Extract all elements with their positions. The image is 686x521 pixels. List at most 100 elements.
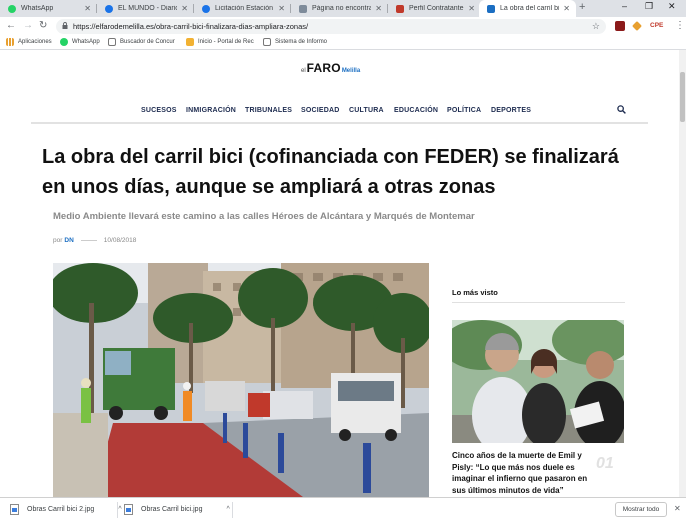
address-bar[interactable]: https://elfarodemelilla.es/obra-carril-b…: [56, 19, 606, 34]
section-nav: SUCESOS INMIGRACIÓN TRIBUNALES SOCIEDAD …: [31, 100, 648, 124]
minimize-button[interactable]: –: [622, 1, 627, 11]
tab-title: La obra del carril bici: [500, 5, 560, 12]
page-icon: [487, 4, 495, 13]
search-icon[interactable]: [617, 105, 626, 117]
bookmark-star-icon[interactable]: ☆: [592, 21, 600, 32]
close-tab-icon[interactable]: ✕: [563, 4, 570, 13]
bookmark-portal[interactable]: Inicio - Portal de Rec: [186, 38, 254, 46]
download-shelf: Obras Carril bici 2.jpg ^ Obras Carril b…: [0, 497, 686, 521]
new-tab-button[interactable]: +: [579, 1, 585, 13]
close-shelf-icon[interactable]: ✕: [674, 504, 681, 513]
tab-licitacion[interactable]: Licitación Estación de ✕: [194, 0, 291, 17]
pdf-extension-icon[interactable]: [615, 21, 625, 31]
tab-pagina-no-encontrada[interactable]: Página no encontrada ✕: [291, 0, 388, 17]
most-viewed-item-number: 01: [596, 455, 614, 472]
whatsapp-icon: [60, 38, 68, 46]
logo-prefix: el: [301, 68, 306, 74]
bookmark-label: Sistema de Informo: [275, 39, 328, 45]
browser-toolbar: ← → ↻ https://elfarodemelilla.es/obra-ca…: [0, 17, 686, 36]
tab-perfil-contratante[interactable]: Perfil Contratante - Bu ✕: [388, 0, 481, 17]
download-filename: Obras Carril bici.jpg: [141, 506, 203, 513]
tab-title: Página no encontrada: [312, 5, 372, 12]
nav-cultura[interactable]: CULTURA: [349, 107, 384, 114]
tab-title: Licitación Estación de: [215, 5, 274, 12]
most-viewed-divider: [452, 302, 625, 303]
reload-icon[interactable]: ↻: [39, 20, 47, 32]
article-date: 10/08/2018: [103, 237, 137, 244]
nav-tribunales[interactable]: TRIBUNALES: [245, 107, 292, 114]
article-photo[interactable]: [53, 263, 429, 497]
most-viewed-photo[interactable]: [452, 320, 624, 443]
chevron-up-icon[interactable]: ^: [118, 506, 121, 513]
nav-sucesos[interactable]: SUCESOS: [141, 107, 177, 114]
back-icon[interactable]: ←: [6, 20, 16, 32]
download-separator: [232, 502, 233, 518]
tab-title: Perfil Contratante - Bu: [409, 5, 464, 12]
nav-sociedad[interactable]: SOCIEDAD: [301, 107, 340, 114]
close-window-button[interactable]: ✕: [668, 1, 676, 12]
download-item[interactable]: Obras Carril bici 2.jpg ^: [10, 504, 122, 515]
close-tab-icon[interactable]: ✕: [468, 4, 475, 13]
bookmark-label: Inicio - Portal de Rec: [198, 39, 254, 45]
tab-el-mundo[interactable]: EL MUNDO - Diario on ✕: [97, 0, 194, 17]
site-logo[interactable]: el FARO Melilla: [301, 61, 360, 75]
tab-whatsapp[interactable]: WhatsApp ✕: [0, 0, 97, 17]
bookmark-buscador[interactable]: Buscador de Concur: [108, 38, 175, 46]
headline-line-2: en unos días, aunque se ampliará a otras…: [42, 176, 496, 198]
forward-icon[interactable]: →: [23, 20, 33, 32]
tab-title: WhatsApp: [21, 5, 54, 12]
nav-inmigracion[interactable]: INMIGRACIÓN: [186, 107, 236, 114]
page-icon: [299, 4, 307, 13]
most-viewed-heading: Lo más visto: [452, 288, 498, 297]
folder-icon: [186, 38, 194, 46]
close-tab-icon[interactable]: ✕: [181, 4, 188, 13]
web-page: el FARO Melilla SUCESOS INMIGRACIÓN TRIB…: [0, 50, 686, 497]
nav-deportes[interactable]: DEPORTES: [491, 107, 531, 114]
maximize-button[interactable]: ❐: [645, 1, 653, 12]
tab-title: EL MUNDO - Diario on: [118, 5, 178, 12]
bookmark-label: Buscador de Concur: [120, 39, 175, 45]
lock-icon: [62, 22, 68, 31]
key-extension-icon[interactable]: [632, 21, 642, 31]
cpe-extension-icon[interactable]: CPE: [650, 22, 663, 29]
bookmark-whatsapp[interactable]: WhatsApp: [60, 38, 100, 46]
bookmark-apps[interactable]: Aplicaciones: [6, 38, 52, 46]
chevron-up-icon[interactable]: ^: [226, 506, 229, 513]
menu-icon[interactable]: ⋮: [675, 20, 685, 31]
headline-line-1: La obra del carril bici (cofinanciada co…: [42, 146, 619, 168]
article-subtitle: Medio Ambiente llevará este camino a las…: [53, 211, 475, 222]
article-byline: por DN 10/08/2018: [53, 237, 136, 244]
whatsapp-icon: [8, 4, 16, 13]
tab-strip: WhatsApp ✕ EL MUNDO - Diario on ✕ Licita…: [0, 0, 686, 17]
byline-prefix: por: [53, 237, 63, 244]
nav-politica[interactable]: POLÍTICA: [447, 107, 481, 114]
image-file-icon: [10, 504, 19, 515]
show-all-downloads-button[interactable]: Mostrar todo: [615, 502, 667, 517]
bookmark-sistema[interactable]: Sistema de Informo: [263, 38, 327, 46]
scrollbar-thumb[interactable]: [680, 72, 685, 122]
page-icon: [396, 4, 404, 13]
author-link[interactable]: DN: [64, 237, 73, 244]
image-file-icon: [124, 504, 133, 515]
tab-carril-bici[interactable]: La obra del carril bici ✕: [479, 0, 576, 17]
url-text: https://elfarodemelilla.es/obra-carril-b…: [73, 22, 309, 31]
close-tab-icon[interactable]: ✕: [375, 4, 382, 13]
most-viewed-item-title[interactable]: Cinco años de la muerte de Emil y Pisly:…: [452, 450, 588, 496]
download-separator: [117, 502, 118, 518]
nav-educacion[interactable]: EDUCACIÓN: [394, 107, 438, 114]
logo-suffix: Melilla: [341, 68, 361, 74]
bookmark-label: WhatsApp: [72, 39, 100, 45]
page-icon: [108, 38, 116, 46]
apps-grid-icon: [6, 38, 14, 46]
download-item[interactable]: Obras Carril bici.jpg ^: [124, 504, 230, 515]
bookmarks-bar: Aplicaciones WhatsApp Buscador de Concur…: [0, 36, 686, 50]
article-headline: La obra del carril bici (cofinanciada co…: [42, 142, 652, 202]
page-icon: [263, 38, 271, 46]
bookmark-label: Aplicaciones: [18, 39, 52, 45]
close-tab-icon[interactable]: ✕: [84, 4, 91, 13]
byline-divider: [80, 240, 97, 241]
close-tab-icon[interactable]: ✕: [278, 4, 285, 13]
globe-icon: [202, 4, 210, 13]
globe-icon: [105, 4, 113, 13]
logo-main: FARO: [306, 61, 341, 75]
